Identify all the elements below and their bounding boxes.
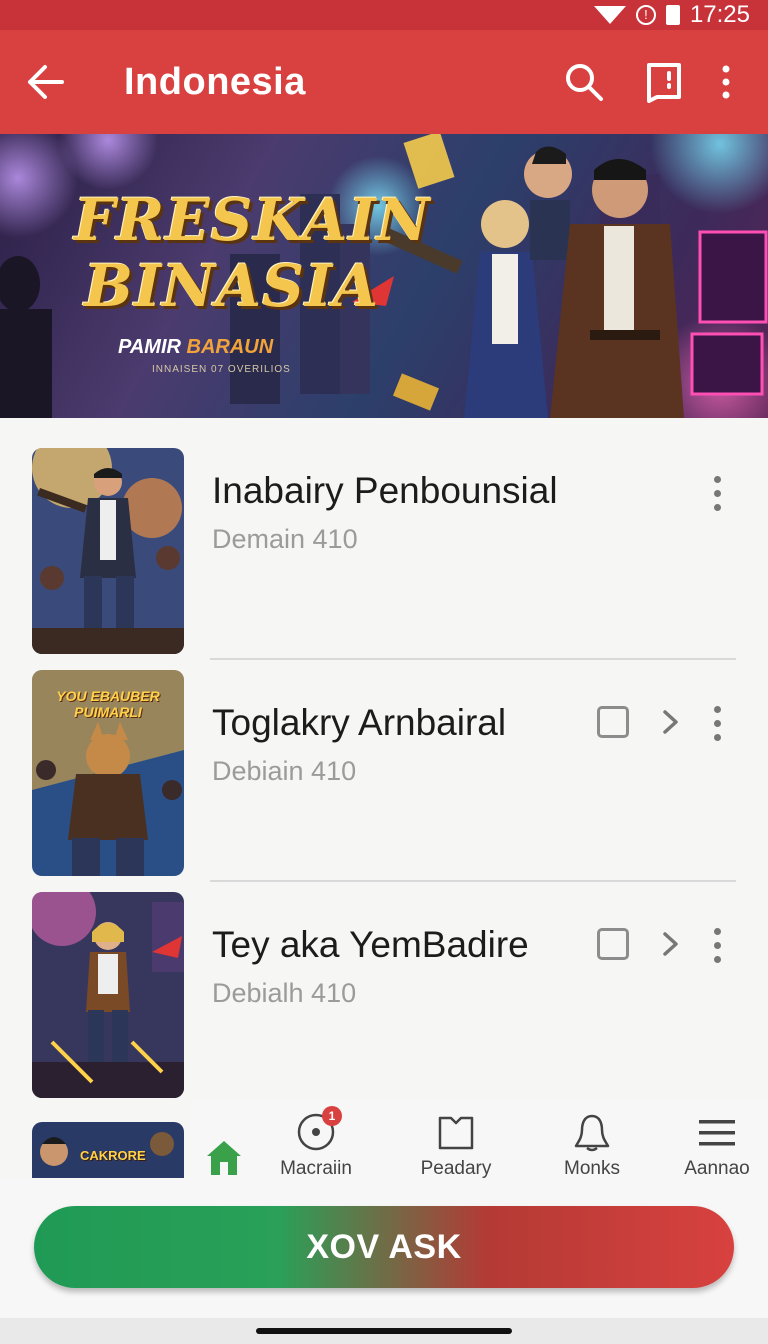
bookmark-button[interactable] (634, 30, 694, 134)
search-icon (566, 64, 603, 101)
more-vert-icon (722, 65, 730, 99)
cta-area: XOV ASK (0, 1178, 768, 1318)
nav-label: Aannao (684, 1158, 750, 1179)
app-bar: Indonesia (0, 30, 768, 134)
status-bar: ! 17:25 (0, 0, 768, 30)
alarm-icon: ! (635, 5, 656, 25)
nav-peadary[interactable]: Peadary (406, 1108, 506, 1179)
menu-icon (699, 1120, 735, 1146)
nav-label: Peadary (420, 1158, 492, 1179)
list-item-subtitle: Debiain 410 (212, 756, 357, 786)
list-item-title: Toglakry Arnbairal (212, 702, 507, 743)
list-item-thumbnail (32, 448, 184, 654)
list-item-thumbnail (32, 892, 184, 1098)
nav-label: Monks (564, 1158, 620, 1179)
thumbnail-caption: YOU EBAUBER PUIMARLI (56, 688, 160, 720)
list-item-subtitle: Debialh 410 (212, 978, 357, 1008)
list-item-subtitle: Demain 410 (212, 524, 358, 554)
hero-banner[interactable]: FRESKAIN BINASIA PAMIR BARAUN INNAISEN 0… (0, 134, 768, 418)
hero-subtitle: PAMIR BARAUN (118, 336, 273, 359)
more-options-icon[interactable] (708, 926, 728, 966)
nav-aannao[interactable]: Aannao (674, 1108, 760, 1179)
chevron-right-icon[interactable] (656, 928, 686, 960)
nav-macraiin[interactable]: 1 Macraiin (266, 1106, 366, 1179)
page-title: Indonesia (124, 60, 306, 103)
divider (210, 658, 736, 660)
search-button[interactable] (554, 30, 614, 134)
hero-title-line2: BINASIA (84, 252, 380, 320)
book-icon (438, 1116, 474, 1150)
hero-title-line1: FRESKAIN (74, 186, 431, 254)
primary-cta-button[interactable]: XOV ASK (34, 1206, 734, 1288)
bell-icon (574, 1114, 610, 1152)
list-item[interactable]: Tey aka YemBadire Debialh 410 (0, 892, 768, 1114)
hero-small-text: INNAISEN 07 OVERILIOS (152, 364, 291, 375)
nav-label: Macraiin (280, 1158, 352, 1179)
back-arrow-icon (28, 65, 64, 99)
list-item-thumbnail: YOU EBAUBER PUIMARLI (32, 670, 184, 876)
list-item-title: Inabairy Penbounsial (212, 470, 558, 511)
status-time: 17:25 (689, 1, 750, 28)
battery-icon (665, 5, 680, 25)
system-home-indicator[interactable] (256, 1328, 512, 1334)
nav-monks[interactable]: Monks (542, 1108, 642, 1179)
more-options-button[interactable] (696, 30, 756, 134)
more-options-icon[interactable] (708, 474, 728, 514)
more-options-icon[interactable] (708, 704, 728, 744)
thumbnail-image (32, 448, 184, 654)
list-item-title: Tey aka YemBadire (212, 924, 529, 965)
notification-badge: 1 (322, 1106, 342, 1126)
game-list: Inabairy Penbounsial Demain 410 YOU EBAU… (0, 418, 768, 1178)
hero-subtitle-a: PAMIR (118, 336, 181, 358)
thumbnail-image (32, 892, 184, 1098)
hero-subtitle-b: BARAUN (186, 336, 274, 358)
list-item[interactable]: Inabairy Penbounsial Demain 410 (0, 448, 768, 670)
back-button[interactable] (0, 30, 90, 134)
list-item[interactable]: YOU EBAUBER PUIMARLI Toglakry Arnbairal … (0, 670, 768, 892)
nav-home[interactable] (202, 1108, 246, 1178)
bookmark-icon (647, 63, 681, 103)
wifi-icon (593, 6, 626, 24)
list-item-thumbnail: CAKRORE (32, 1122, 184, 1178)
thumbnail-caption: CAKRORE (80, 1148, 146, 1163)
home-icon (207, 1141, 241, 1175)
checkbox[interactable] (597, 928, 629, 960)
checkbox[interactable] (597, 706, 629, 738)
divider (210, 880, 736, 882)
chevron-right-icon[interactable] (656, 706, 686, 738)
bottom-navigation: 1 Macraiin Peadary Monks Aannao (190, 1100, 768, 1182)
